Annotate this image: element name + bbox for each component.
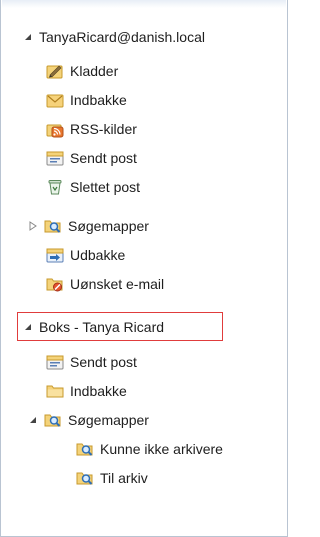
mailbox-item-indbakke[interactable]: Indbakke bbox=[1, 378, 287, 404]
folder-item-slettet-post[interactable]: Slettet post bbox=[1, 174, 287, 200]
folder-pane: TanyaRicard@danish.local Kladder Indbakk… bbox=[0, 0, 288, 537]
folder-label: Indbakke bbox=[70, 92, 127, 108]
mailbox-item-soegemapper[interactable]: Søgemapper bbox=[1, 407, 287, 433]
search-folder-icon bbox=[44, 217, 62, 235]
folder-item-rss-kilder[interactable]: RSS-kilder bbox=[1, 116, 287, 142]
folder-item-udbakke[interactable]: Udbakke bbox=[1, 242, 287, 268]
mailbox-header[interactable]: Boks - Tanya Ricard bbox=[1, 314, 287, 340]
pane-top-strip bbox=[2, 0, 286, 8]
mailbox-item-til-arkiv[interactable]: Til arkiv bbox=[1, 465, 287, 491]
folder-item-soegemapper[interactable]: Søgemapper bbox=[1, 213, 287, 239]
folder-label: Søgemapper bbox=[68, 218, 149, 234]
folder-icon bbox=[46, 382, 64, 400]
mailbox-item-kunne-ikke-arkivere[interactable]: Kunne ikke arkivere bbox=[1, 436, 287, 462]
rss-icon bbox=[46, 120, 64, 138]
expanded-arrow-icon[interactable] bbox=[28, 415, 38, 425]
folder-item-sendt-post[interactable]: Sendt post bbox=[1, 145, 287, 171]
account-header[interactable]: TanyaRicard@danish.local bbox=[1, 24, 287, 50]
mailbox-item-sendt-post[interactable]: Sendt post bbox=[1, 349, 287, 375]
expanded-arrow-icon[interactable] bbox=[23, 322, 33, 332]
folder-label: Sendt post bbox=[70, 354, 137, 370]
folder-label: Til arkiv bbox=[100, 470, 148, 486]
folder-label: Kunne ikke arkivere bbox=[100, 441, 223, 457]
folder-label: RSS-kilder bbox=[70, 121, 137, 137]
deleted-icon bbox=[46, 178, 64, 196]
junk-icon bbox=[46, 275, 64, 293]
outbox-icon bbox=[46, 246, 64, 264]
folder-label: Kladder bbox=[70, 63, 119, 79]
folder-label: Udbakke bbox=[70, 247, 126, 263]
folder-item-uoensket-e-mail[interactable]: Uønsket e-mail bbox=[1, 271, 287, 297]
search-folder-icon bbox=[76, 440, 94, 458]
folder-label: Sendt post bbox=[70, 150, 137, 166]
account-name: TanyaRicard@danish.local bbox=[39, 29, 205, 45]
sent-icon bbox=[46, 149, 64, 167]
drafts-icon bbox=[46, 62, 64, 80]
sent-icon bbox=[46, 353, 64, 371]
folder-label: Søgemapper bbox=[68, 412, 149, 428]
folder-label: Uønsket e-mail bbox=[70, 276, 165, 292]
folder-item-indbakke[interactable]: Indbakke bbox=[1, 87, 287, 113]
inbox-icon bbox=[46, 91, 64, 109]
expanded-arrow-icon[interactable] bbox=[23, 32, 33, 42]
folder-label: Indbakke bbox=[70, 383, 127, 399]
folder-label: Slettet post bbox=[70, 179, 141, 195]
mailbox-name: Boks - Tanya Ricard bbox=[39, 319, 165, 335]
search-folder-icon bbox=[44, 411, 62, 429]
folder-item-kladder[interactable]: Kladder bbox=[1, 58, 287, 84]
collapsed-arrow-icon[interactable] bbox=[28, 221, 38, 231]
search-folder-icon bbox=[76, 469, 94, 487]
